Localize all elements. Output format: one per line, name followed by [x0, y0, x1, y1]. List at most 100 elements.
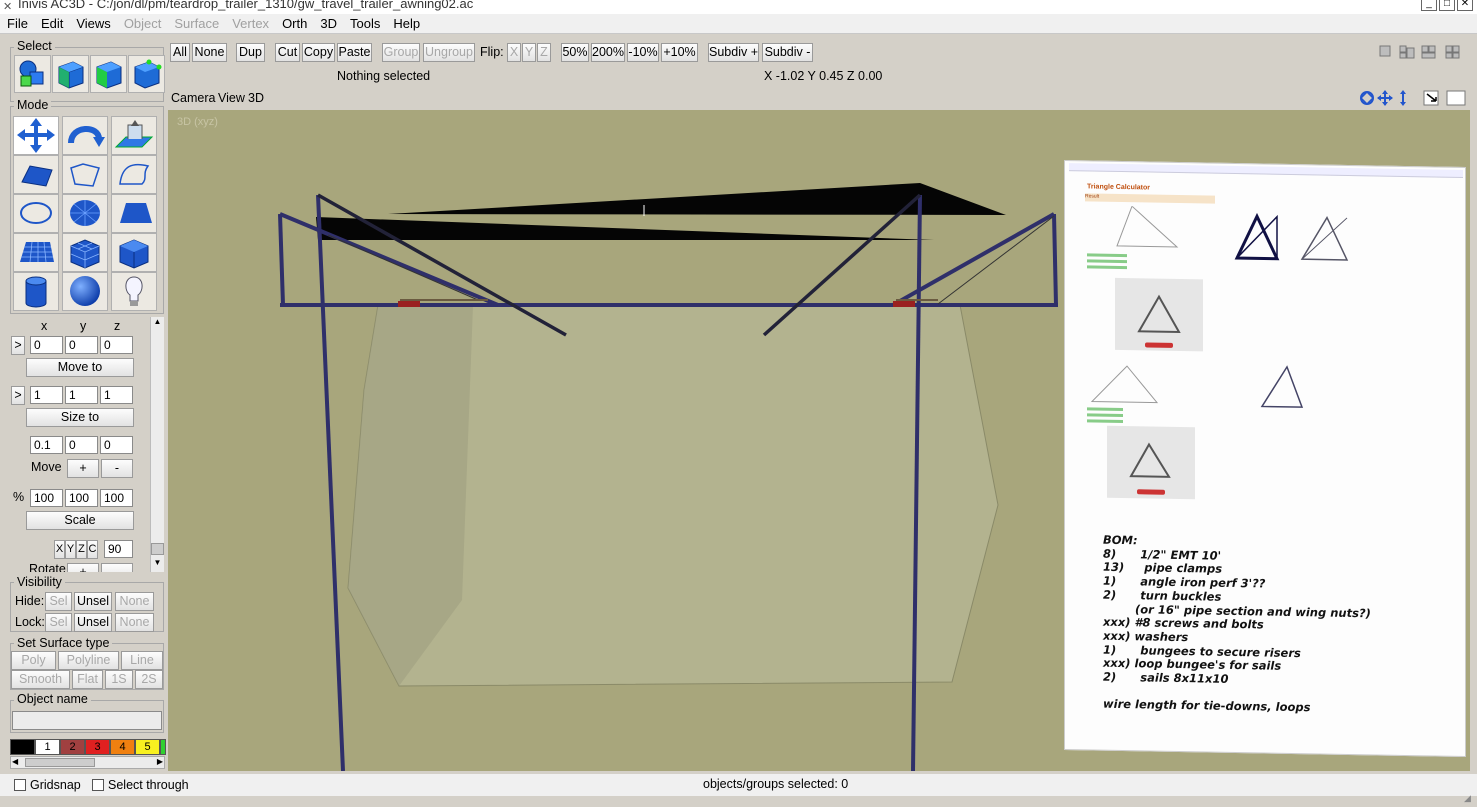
- close-icon[interactable]: ✕: [1457, 0, 1473, 11]
- palette-scroll-right-icon[interactable]: ▶: [157, 757, 163, 766]
- menu-edit[interactable]: Edit: [34, 14, 69, 32]
- surface-line-button[interactable]: Line: [121, 651, 163, 670]
- size-apply-arrow[interactable]: >: [11, 386, 25, 405]
- create-disk-mode[interactable]: [62, 194, 108, 233]
- move-plus-button[interactable]: +: [67, 459, 99, 478]
- menu-3d[interactable]: 3D: [313, 14, 343, 32]
- zoom-minus10-button[interactable]: -10%: [627, 43, 659, 62]
- copy-button[interactable]: Copy: [302, 43, 335, 62]
- minimize-icon[interactable]: _: [1421, 0, 1437, 11]
- size-y-input[interactable]: 1: [65, 386, 98, 404]
- scale-z-input[interactable]: 100: [100, 489, 133, 507]
- view-menu[interactable]: View: [218, 91, 245, 106]
- extrude-mode[interactable]: [111, 116, 157, 155]
- surface-2s-button[interactable]: 2S: [135, 670, 163, 689]
- 3d-viewport[interactable]: 3D (xyz) Triangle Calculator Result BOM:…: [168, 110, 1470, 771]
- size-z-input[interactable]: 1: [100, 386, 133, 404]
- move-mode[interactable]: [13, 116, 59, 155]
- rotate-minus-button[interactable]: -: [101, 563, 133, 572]
- surface-smooth-button[interactable]: Smooth: [11, 670, 70, 689]
- view-3d-menu[interactable]: 3D: [248, 91, 264, 106]
- rotate-plus-button[interactable]: +: [67, 563, 99, 572]
- object-name-input[interactable]: [12, 711, 162, 730]
- hide-none-button[interactable]: None: [115, 592, 154, 611]
- move-apply-arrow[interactable]: >: [11, 336, 25, 355]
- create-grid-mode[interactable]: [13, 233, 59, 272]
- rotate-angle-input[interactable]: 90: [104, 540, 133, 558]
- palette-swatch[interactable]: 5: [135, 739, 160, 755]
- scroll-down-icon[interactable]: ▼: [151, 558, 164, 572]
- zoom-200-button[interactable]: 200%: [591, 43, 625, 62]
- palette-swatch[interactable]: 4: [110, 739, 135, 755]
- move-delta-z-input[interactable]: 0: [100, 436, 133, 454]
- flip-x-button[interactable]: X: [507, 43, 521, 62]
- lock-sel-button[interactable]: Sel: [45, 613, 72, 632]
- select-through-checkbox[interactable]: [92, 779, 104, 791]
- create-curve-mode[interactable]: [111, 155, 157, 194]
- menu-views[interactable]: Views: [69, 14, 116, 32]
- create-mesh-mode[interactable]: [62, 233, 108, 272]
- palette-scrollbar[interactable]: ◀ ▶: [10, 756, 165, 769]
- hide-sel-button[interactable]: Sel: [45, 592, 72, 611]
- resize-grip-icon[interactable]: ◢: [1464, 793, 1476, 805]
- create-ellipse-mode[interactable]: [13, 194, 59, 233]
- rotate-c-toggle[interactable]: C: [87, 540, 98, 559]
- surface-polyline-button[interactable]: Polyline: [58, 651, 119, 670]
- palette-scroll-thumb[interactable]: [25, 758, 95, 767]
- gridsnap-checkbox[interactable]: [14, 779, 26, 791]
- move-z-input[interactable]: 0: [100, 336, 133, 354]
- dup-button[interactable]: Dup: [236, 43, 265, 62]
- select-object-mode[interactable]: [52, 55, 89, 93]
- surface-flat-button[interactable]: Flat: [72, 670, 103, 689]
- camera-menu[interactable]: Camera: [171, 91, 215, 106]
- subdiv-plus-button[interactable]: Subdiv +: [708, 43, 759, 62]
- size-to-button[interactable]: Size to: [26, 408, 134, 427]
- scale-y-input[interactable]: 100: [65, 489, 98, 507]
- subdiv-minus-button[interactable]: Subdiv -: [762, 43, 813, 62]
- zoom-view-icon[interactable]: [1400, 90, 1406, 106]
- create-light-mode[interactable]: [111, 272, 157, 311]
- lock-unsel-button[interactable]: Unsel: [74, 613, 112, 632]
- menu-tools[interactable]: Tools: [343, 14, 386, 32]
- scale-x-input[interactable]: 100: [30, 489, 63, 507]
- flip-y-button[interactable]: Y: [522, 43, 536, 62]
- size-x-input[interactable]: 1: [30, 386, 63, 404]
- surface-1s-button[interactable]: 1S: [105, 670, 133, 689]
- maximize-icon[interactable]: □: [1439, 0, 1455, 11]
- select-all-button[interactable]: All: [170, 43, 190, 62]
- create-polyline-mode[interactable]: [62, 155, 108, 194]
- rotate-mode[interactable]: [62, 116, 108, 155]
- paste-button[interactable]: Paste: [337, 43, 372, 62]
- move-minus-button[interactable]: -: [101, 459, 133, 478]
- create-sphere-mode[interactable]: [62, 272, 108, 311]
- create-box-mode[interactable]: [111, 233, 157, 272]
- palette-scroll-left-icon[interactable]: ◀: [12, 757, 18, 766]
- group-button[interactable]: Group: [382, 43, 420, 62]
- palette-swatch[interactable]: [160, 739, 166, 755]
- palette-swatch[interactable]: 3: [85, 739, 110, 755]
- viewport-layout-icon[interactable]: [1376, 43, 1470, 61]
- menu-orth[interactable]: Orth: [275, 14, 313, 32]
- menu-surface[interactable]: Surface: [167, 14, 225, 32]
- hide-unsel-button[interactable]: Unsel: [74, 592, 112, 611]
- rotate-x-toggle[interactable]: X: [54, 540, 65, 559]
- select-surface-mode[interactable]: [90, 55, 127, 93]
- rotate-view-icon[interactable]: [1359, 90, 1375, 106]
- panel-scrollbar[interactable]: ▲ ▼: [150, 317, 164, 572]
- palette-swatch[interactable]: [10, 739, 35, 755]
- move-delta-y-input[interactable]: 0: [65, 436, 98, 454]
- create-rectangle-mode[interactable]: [111, 194, 157, 233]
- flip-z-button[interactable]: Z: [537, 43, 551, 62]
- scale-button[interactable]: Scale: [26, 511, 134, 530]
- ungroup-button[interactable]: Ungroup: [423, 43, 475, 62]
- menu-vertex[interactable]: Vertex: [225, 14, 275, 32]
- menu-object[interactable]: Object: [117, 14, 168, 32]
- pan-view-icon[interactable]: [1377, 90, 1393, 106]
- create-cylinder-mode[interactable]: [13, 272, 59, 311]
- palette-swatch[interactable]: 2: [60, 739, 85, 755]
- reset-view-icon[interactable]: [1423, 90, 1439, 106]
- cut-button[interactable]: Cut: [275, 43, 300, 62]
- rotate-z-toggle[interactable]: Z: [76, 540, 87, 559]
- menu-file[interactable]: File: [0, 14, 34, 32]
- move-to-button[interactable]: Move to: [26, 358, 134, 377]
